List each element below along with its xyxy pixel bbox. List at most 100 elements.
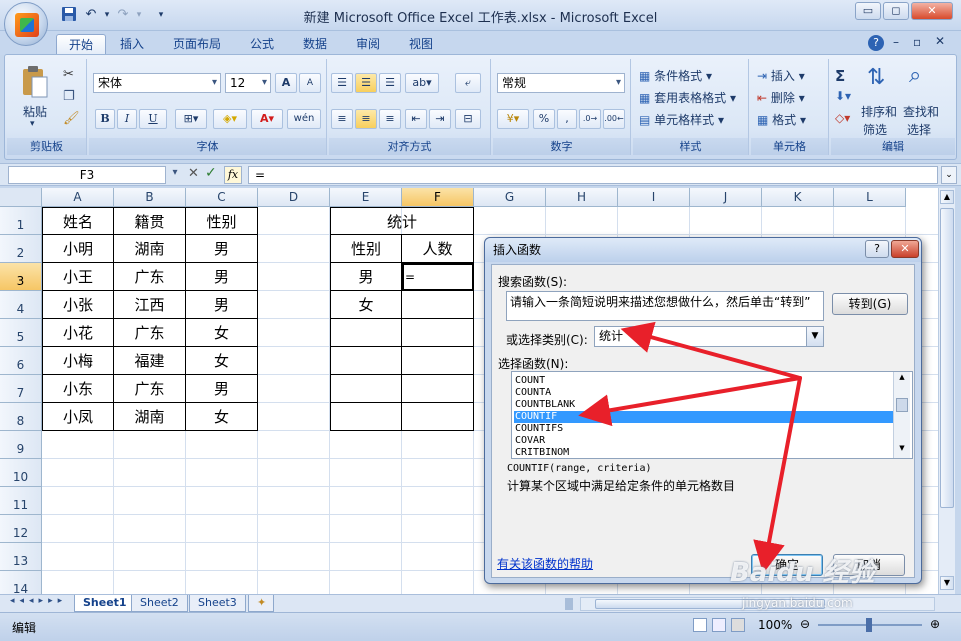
row-header-8[interactable]: 8 bbox=[0, 403, 42, 431]
fill-color-icon[interactable]: ◈▾ bbox=[213, 109, 247, 129]
borders-icon[interactable]: ⊞▾ bbox=[175, 109, 207, 129]
row-header-10[interactable]: 10 bbox=[0, 459, 42, 487]
function-help-link[interactable]: 有关该函数的帮助 bbox=[497, 555, 593, 572]
stats-empty-cell[interactable] bbox=[402, 291, 474, 319]
row-header-14[interactable]: 14 bbox=[0, 571, 42, 594]
table1-header[interactable]: 籍贯 bbox=[114, 207, 186, 235]
row-header-12[interactable]: 12 bbox=[0, 515, 42, 543]
function-item[interactable]: COUNTBLANK bbox=[514, 399, 896, 411]
scroll-down-icon[interactable]: ▼ bbox=[940, 576, 954, 590]
increase-indent-icon[interactable]: ⇥ bbox=[429, 109, 451, 129]
stats-empty-cell[interactable] bbox=[402, 375, 474, 403]
underline-button[interactable]: U bbox=[139, 109, 167, 129]
table1-cell[interactable]: 女 bbox=[186, 403, 258, 431]
column-header-d[interactable]: D bbox=[258, 188, 330, 207]
merge-center-icon[interactable]: ⊟ bbox=[455, 109, 481, 129]
tab-page-layout[interactable]: 页面布局 bbox=[161, 34, 233, 55]
stats-male-cell[interactable]: 男 bbox=[330, 263, 402, 291]
row-header-4[interactable]: 4 bbox=[0, 291, 42, 319]
table1-cell[interactable]: 湖南 bbox=[114, 235, 186, 263]
insert-cells-button[interactable]: ⇥ 插入 ▾ bbox=[757, 67, 805, 84]
expand-formula-bar-icon[interactable]: ⌄ bbox=[941, 166, 957, 184]
stats-empty-cell[interactable] bbox=[330, 319, 402, 347]
insert-sheet-icon[interactable]: ✦ bbox=[248, 595, 274, 612]
confirm-formula-icon[interactable]: ✓ bbox=[205, 165, 217, 181]
go-button[interactable]: 转到(G) bbox=[832, 293, 908, 315]
conditional-format-button[interactable]: ▦ 条件格式 ▾ bbox=[639, 67, 712, 84]
stats-empty-cell[interactable] bbox=[330, 347, 402, 375]
list-scroll-thumb[interactable] bbox=[896, 398, 908, 412]
zoom-level[interactable]: 100% bbox=[758, 618, 792, 632]
formula-input[interactable]: = bbox=[248, 166, 938, 184]
row-header-6[interactable]: 6 bbox=[0, 347, 42, 375]
phonetic-button[interactable]: wén bbox=[287, 109, 321, 129]
row-header-3[interactable]: 3 bbox=[0, 263, 42, 291]
stats-empty-cell[interactable] bbox=[402, 347, 474, 375]
page-layout-view-icon[interactable] bbox=[712, 618, 726, 632]
normal-view-icon[interactable] bbox=[693, 618, 707, 632]
sheet-tab-3[interactable]: Sheet3 bbox=[189, 595, 246, 612]
find-select-icon[interactable]: ⌕ bbox=[909, 63, 921, 88]
dialog-close-button[interactable]: ✕ bbox=[891, 240, 919, 258]
italic-button[interactable]: I bbox=[117, 109, 137, 129]
delete-cells-button[interactable]: ⇤ 删除 ▾ bbox=[757, 89, 805, 106]
dialog-help-button[interactable]: ? bbox=[865, 240, 889, 258]
column-header-k[interactable]: K bbox=[762, 188, 834, 207]
align-middle-icon[interactable]: ☰ bbox=[355, 73, 377, 93]
function-item[interactable]: COUNTIFS bbox=[514, 423, 896, 435]
autosum-icon[interactable]: Σ bbox=[835, 67, 845, 85]
number-format-select[interactable]: 常规 bbox=[497, 73, 625, 93]
table1-cell[interactable]: 男 bbox=[186, 291, 258, 319]
tab-data[interactable]: 数据 bbox=[291, 34, 339, 55]
scroll-thumb[interactable] bbox=[940, 208, 954, 508]
office-button[interactable] bbox=[4, 2, 48, 46]
font-color-icon[interactable]: A▾ bbox=[251, 109, 283, 129]
row-header-2[interactable]: 2 bbox=[0, 235, 42, 263]
paste-dropdown-icon[interactable]: ▾ bbox=[30, 119, 35, 129]
shrink-font-button[interactable]: A bbox=[299, 73, 321, 93]
table1-cell[interactable]: 小明 bbox=[42, 235, 114, 263]
scroll-up-icon[interactable]: ▲ bbox=[940, 190, 954, 204]
select-all-corner[interactable] bbox=[0, 188, 42, 207]
maximize-button[interactable]: ◻ bbox=[883, 2, 909, 20]
tab-formulas[interactable]: 公式 bbox=[238, 34, 286, 55]
function-item[interactable]: COUNTA bbox=[514, 387, 896, 399]
table1-cell[interactable]: 小梅 bbox=[42, 347, 114, 375]
stats-title-cell[interactable]: 统计 bbox=[330, 207, 474, 235]
increase-decimal-icon[interactable]: .0→ bbox=[579, 109, 601, 129]
function-list[interactable]: COUNT COUNTA COUNTBLANK COUNTIF COUNTIFS COVA… bbox=[511, 371, 913, 459]
decrease-decimal-icon[interactable]: .00← bbox=[603, 109, 625, 129]
row-header-9[interactable]: 9 bbox=[0, 431, 42, 459]
column-header-c[interactable]: C bbox=[186, 188, 258, 207]
table1-cell[interactable]: 广东 bbox=[114, 319, 186, 347]
zoom-in-icon[interactable]: ⊕ bbox=[930, 617, 940, 631]
align-bottom-icon[interactable]: ☰ bbox=[379, 73, 401, 93]
active-cell-f3[interactable]: = bbox=[402, 263, 474, 291]
stats-empty-cell[interactable] bbox=[330, 403, 402, 431]
cut-icon[interactable]: ✂ bbox=[63, 67, 74, 82]
function-list-scrollbar[interactable]: ▲ ▼ bbox=[893, 372, 910, 458]
category-select[interactable]: 统计 bbox=[594, 326, 824, 347]
align-center-icon[interactable]: ≡ bbox=[355, 109, 377, 129]
paste-label[interactable]: 粘贴 bbox=[23, 103, 47, 120]
currency-icon[interactable]: ¥▾ bbox=[497, 109, 529, 129]
function-item[interactable]: CRITBINOM bbox=[514, 447, 896, 458]
search-function-input[interactable]: 请输入一条简短说明来描述您想做什么，然后单击“转到” bbox=[506, 291, 824, 321]
table1-cell[interactable]: 男 bbox=[186, 235, 258, 263]
ribbon-restore-icon[interactable]: ▫ bbox=[913, 35, 921, 49]
list-scroll-down-icon[interactable]: ▼ bbox=[895, 444, 909, 456]
list-scroll-up-icon[interactable]: ▲ bbox=[895, 373, 909, 385]
tab-view[interactable]: 视图 bbox=[397, 34, 445, 55]
category-dropdown-icon[interactable]: ▼ bbox=[806, 327, 823, 346]
zoom-out-icon[interactable]: ⊖ bbox=[800, 617, 810, 631]
stats-gender-header[interactable]: 性别 bbox=[330, 235, 402, 263]
align-left-icon[interactable]: ≡ bbox=[331, 109, 353, 129]
clear-icon[interactable]: ◇▾ bbox=[835, 111, 850, 125]
sheet-nav-icons[interactable]: ◂◂◂▸▸▸ bbox=[10, 596, 67, 606]
align-right-icon[interactable]: ≡ bbox=[379, 109, 401, 129]
close-button[interactable]: ✕ bbox=[911, 2, 953, 20]
stats-female-cell[interactable]: 女 bbox=[330, 291, 402, 319]
page-break-view-icon[interactable] bbox=[731, 618, 745, 632]
zoom-slider-thumb[interactable] bbox=[866, 618, 872, 632]
bold-button[interactable]: B bbox=[95, 109, 115, 129]
